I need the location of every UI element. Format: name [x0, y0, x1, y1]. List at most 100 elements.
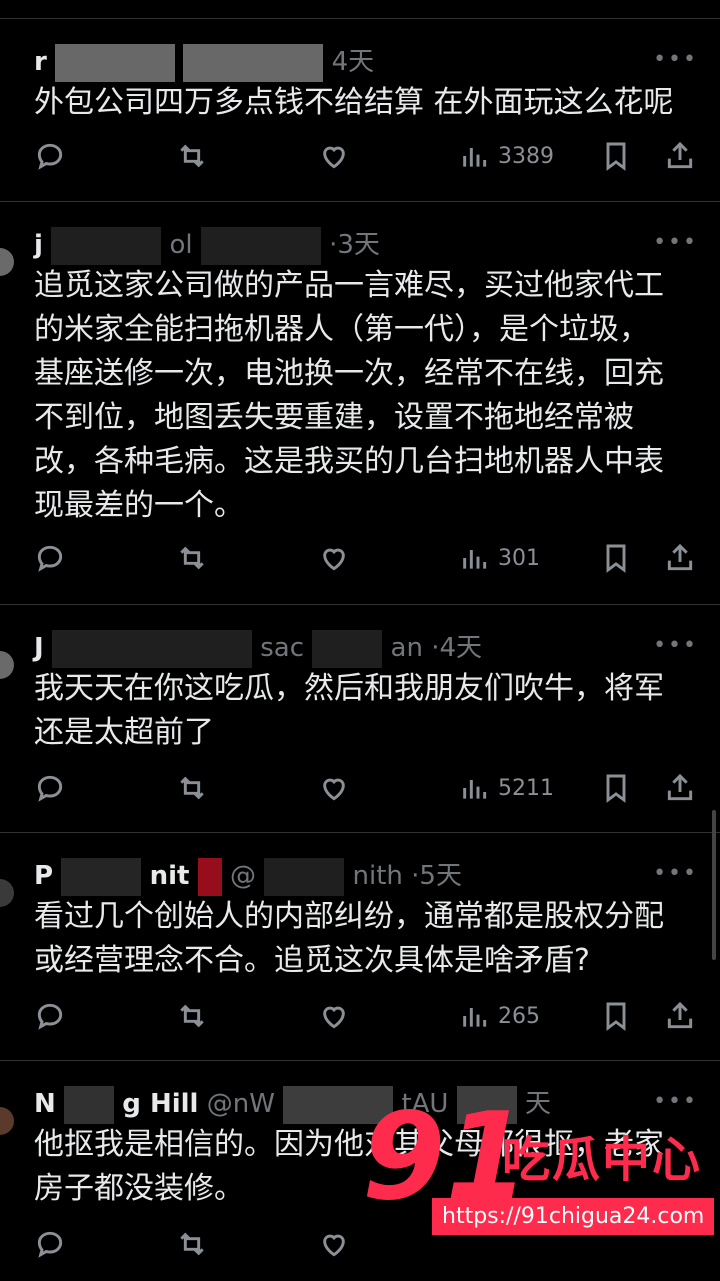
author-handle-end: an: [390, 633, 423, 663]
reply-icon: [37, 143, 63, 170]
author-name-end: nit: [149, 861, 190, 891]
views-button[interactable]: 301: [458, 538, 540, 578]
share-button[interactable]: [664, 768, 696, 808]
like-button[interactable]: [318, 768, 350, 808]
scrollbar[interactable]: [712, 810, 716, 960]
tweet-text: 追觅这家公司做的产品一言难尽，买过他家代工 的米家全能扫拖机器人（第一代），是个…: [34, 264, 699, 528]
reply-icon: [37, 1231, 63, 1258]
reply-icon: [37, 775, 63, 802]
bookmark-button[interactable]: [600, 996, 632, 1036]
retweet-button[interactable]: [176, 996, 208, 1036]
retweet-button[interactable]: [176, 1224, 208, 1264]
like-icon: [323, 146, 345, 169]
tweet-2[interactable]: j ol ·3天 ••• 追觅这家公司做的产品一言难尽，买过他家代工 的米家全能…: [0, 201, 720, 605]
tweet-header: j ol ·3天: [34, 224, 380, 265]
views-button[interactable]: 265: [458, 996, 540, 1036]
author-name[interactable]: J: [34, 633, 44, 663]
views-icon: [463, 780, 487, 799]
share-icon: [667, 773, 693, 801]
bookmark-button[interactable]: [600, 538, 632, 578]
retweet-icon: [180, 1004, 204, 1028]
redaction-blur: [312, 629, 383, 668]
author-handle[interactable]: @nW: [207, 1089, 275, 1119]
reply-button[interactable]: [34, 136, 66, 176]
bookmark-button[interactable]: [600, 136, 632, 176]
retweet-button[interactable]: [176, 136, 208, 176]
author-name-end: g Hill: [122, 1089, 199, 1119]
avatar[interactable]: [0, 1107, 14, 1135]
avatar[interactable]: [0, 248, 14, 276]
tweet-text-line: 的米家全能扫拖机器人（第一代），是个垃圾，: [34, 312, 649, 347]
reply-button[interactable]: [34, 996, 66, 1036]
share-button[interactable]: [664, 538, 696, 578]
retweet-icon: [180, 1232, 204, 1256]
author-handle[interactable]: ol: [169, 230, 192, 260]
share-button[interactable]: [664, 136, 696, 176]
tweet-text: 外包公司四万多点钱不给结算 在外面玩这么花呢: [34, 81, 699, 125]
reply-button[interactable]: [34, 768, 66, 808]
views-icon: [463, 148, 487, 167]
like-button[interactable]: [318, 1224, 350, 1264]
tweet-time: ·3天: [329, 230, 380, 260]
bookmark-icon: [606, 774, 626, 803]
tweet-header: J sac an ·4天: [34, 627, 482, 668]
retweet-button[interactable]: [176, 538, 208, 578]
redaction-blur: [197, 857, 222, 896]
views-count: 265: [498, 1003, 540, 1029]
share-button[interactable]: [664, 996, 696, 1036]
tweet-header: r 4天: [34, 41, 374, 82]
tweet-text-line: 或经营理念不合。追觅这次具体是啥矛盾?: [34, 943, 590, 978]
like-button[interactable]: [318, 538, 350, 578]
tweet-text-line: 改，各种毛病。这是我买的几台扫地机器人中表: [34, 444, 664, 479]
like-button[interactable]: [318, 136, 350, 176]
like-icon: [323, 548, 345, 571]
tweet-actions: 5211: [0, 768, 720, 808]
views-button[interactable]: 3389: [458, 136, 554, 176]
reply-icon: [37, 1003, 63, 1030]
tweet-text-line: 不到位，地图丢失要重建，设置不拖地经常被: [34, 400, 634, 435]
reply-button[interactable]: [34, 538, 66, 578]
tweet-actions: 3389: [0, 136, 720, 176]
tweet-text-line: 我天天在你这吃瓜，然后和我朋友们吹牛，将军: [34, 671, 664, 706]
author-name[interactable]: j: [34, 230, 43, 260]
author-handle-end: nith: [352, 861, 403, 891]
tweet-text-line: 还是太超前了: [34, 715, 214, 750]
tweet-time: ·5天: [411, 861, 462, 891]
more-options-icon[interactable]: •••: [653, 47, 698, 72]
tweet-1[interactable]: r 4天 ••• 外包公司四万多点钱不给结算 在外面玩这么花呢 3389: [0, 18, 720, 202]
redaction-blur: [51, 226, 162, 265]
retweet-icon: [180, 144, 204, 168]
tweet-4[interactable]: P nit @ nith ·5天 ••• 看过几个创始人的内部纠纷，通常都是股权…: [0, 832, 720, 1061]
author-name[interactable]: r: [34, 47, 47, 77]
avatar[interactable]: [0, 651, 14, 679]
like-icon: [323, 1234, 345, 1257]
more-options-icon[interactable]: •••: [653, 633, 698, 658]
bookmark-button[interactable]: [600, 768, 632, 808]
tweet-header: P nit @ nith ·5天: [34, 855, 462, 896]
tweet-text: 看过几个创始人的内部纠纷，通常都是股权分配 或经营理念不合。追觅这次具体是啥矛盾…: [34, 895, 699, 983]
author-handle[interactable]: sac: [260, 633, 304, 663]
tweet-actions: 265: [0, 996, 720, 1036]
retweet-icon: [180, 546, 204, 570]
avatar[interactable]: [0, 879, 14, 907]
watermark-url: https://91chigua24.com: [432, 1198, 715, 1235]
bookmark-icon: [606, 1002, 626, 1031]
redaction-blur: [264, 857, 345, 896]
author-name[interactable]: N: [34, 1089, 56, 1119]
reply-button[interactable]: [34, 1224, 66, 1264]
more-options-icon[interactable]: •••: [653, 230, 698, 255]
views-button[interactable]: 5211: [458, 768, 554, 808]
like-button[interactable]: [318, 996, 350, 1036]
tweet-time: 4天: [331, 47, 375, 77]
more-options-icon[interactable]: •••: [653, 861, 698, 886]
bookmark-icon: [606, 544, 626, 573]
author-name[interactable]: P: [34, 861, 53, 891]
share-icon: [667, 543, 693, 571]
bookmark-icon: [606, 142, 626, 171]
views-icon: [463, 1008, 487, 1027]
redaction-blur: [183, 43, 324, 82]
tweet-time: ·4天: [431, 633, 483, 663]
retweet-button[interactable]: [176, 768, 208, 808]
author-handle[interactable]: @: [230, 861, 256, 891]
tweet-3[interactable]: J sac an ·4天 ••• 我天天在你这吃瓜，然后和我朋友们吹牛，将军 还…: [0, 604, 720, 833]
